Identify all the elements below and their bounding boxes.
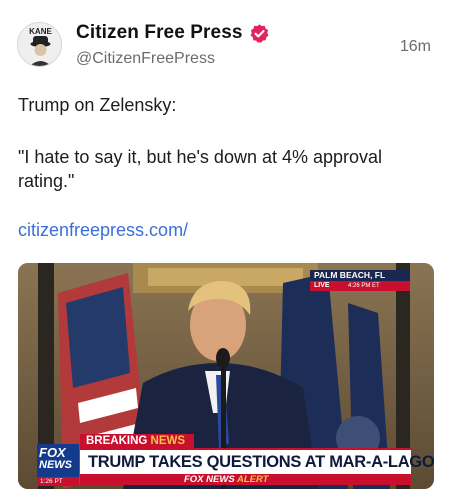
fox-news-logo: FOX NEWS 1:26 PT bbox=[37, 444, 79, 486]
avatar-image: KANE bbox=[18, 23, 61, 66]
headline-bar: TRUMP TAKES QUESTIONS AT MAR-A-LAGO bbox=[80, 448, 435, 474]
alert-prefix: FOX NEWS bbox=[184, 474, 237, 485]
live-time: 4:26 PM ET bbox=[348, 283, 380, 289]
live-badge: LIVE bbox=[314, 282, 330, 289]
post-link[interactable]: citizenfreepress.com/ bbox=[18, 220, 188, 241]
headline-text: TRUMP TAKES QUESTIONS AT MAR-A-LAGO bbox=[88, 453, 435, 471]
logo-fox-text: FOX bbox=[39, 445, 66, 460]
avatar[interactable]: KANE bbox=[17, 22, 62, 67]
breaking-word: NEWS bbox=[150, 435, 186, 447]
location-text: PALM BEACH, FL bbox=[310, 270, 410, 281]
timestamp: 16m bbox=[399, 38, 431, 55]
location-tag: PALM BEACH, FL LIVE 4:26 PM ET bbox=[310, 270, 410, 292]
breaking-prefix: BREAKING bbox=[86, 435, 151, 447]
handle[interactable]: @CitizenFreePress bbox=[76, 50, 215, 68]
breaking-news-label: BREAKING NEWS bbox=[80, 434, 194, 448]
logo-time: 1:26 PT bbox=[37, 477, 79, 486]
post-card[interactable]: KANE Citizen Free Press @CitizenFreePres… bbox=[0, 0, 451, 500]
post-text-quote: "I hate to say it, but he's down at 4% a… bbox=[18, 147, 383, 191]
verified-badge-icon bbox=[249, 23, 270, 44]
post-text-line-1: Trump on Zelensky: bbox=[18, 95, 177, 115]
avatar-label: KANE bbox=[29, 27, 52, 36]
alert-bar: FOX NEWS ALERT bbox=[80, 474, 411, 485]
alert-word: ALERT bbox=[236, 474, 269, 485]
logo-news-text: NEWS bbox=[39, 459, 72, 471]
display-name[interactable]: Citizen Free Press bbox=[76, 22, 243, 44]
